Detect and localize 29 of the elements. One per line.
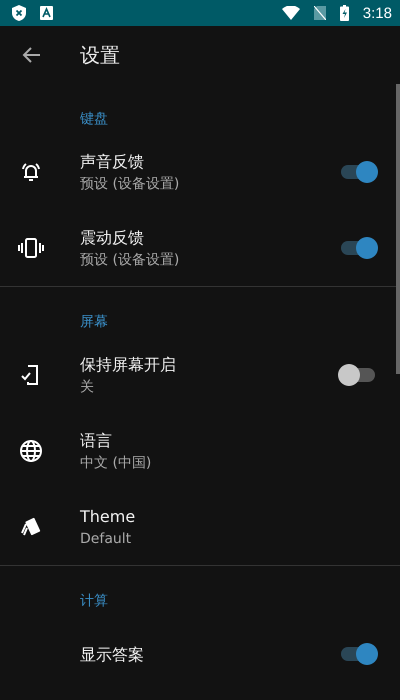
setting-title: 声音反馈 bbox=[80, 150, 145, 172]
setting-row[interactable]: 语言 中文 (中国) bbox=[0, 413, 400, 489]
setting-row[interactable]: 声音反馈 预设 (设备设置) bbox=[0, 134, 400, 210]
globe-icon bbox=[19, 439, 43, 463]
setting-title: 震动反馈 bbox=[80, 226, 145, 248]
section-header: 屏幕 bbox=[80, 314, 108, 330]
setting-title: Theme bbox=[80, 506, 136, 526]
app-icon bbox=[40, 6, 53, 20]
setting-row[interactable]: 保持屏幕开启 关 bbox=[0, 337, 400, 413]
setting-title: 保持屏幕开启 bbox=[80, 354, 177, 374]
section-header: 计算 bbox=[80, 593, 108, 609]
wifi-icon bbox=[282, 6, 300, 20]
section-header: 键盘 bbox=[80, 111, 108, 127]
no-sim-icon bbox=[314, 6, 326, 20]
setting-summary: 预设 (设备设置) bbox=[80, 250, 180, 270]
battery-charging-icon bbox=[340, 5, 349, 21]
vibration-icon bbox=[18, 237, 44, 259]
shield-icon bbox=[12, 5, 26, 21]
toolbar-title: 设置 bbox=[80, 42, 120, 68]
setting-row[interactable]: 显示答案 bbox=[0, 616, 400, 692]
status-time: 3:18 bbox=[362, 4, 392, 22]
setting-title: 语言 bbox=[80, 430, 113, 450]
setting-row[interactable]: Theme Default bbox=[0, 489, 400, 565]
setting-summary: 预设 (设备设置) bbox=[80, 174, 180, 194]
setting-title: 显示答案 bbox=[80, 644, 145, 664]
setting-summary: Default bbox=[80, 530, 132, 548]
setting-summary: 中文 (中国) bbox=[80, 454, 152, 472]
setting-summary: 关 bbox=[80, 378, 95, 396]
setting-row[interactable]: 震动反馈 预设 (设备设置) bbox=[0, 210, 400, 286]
